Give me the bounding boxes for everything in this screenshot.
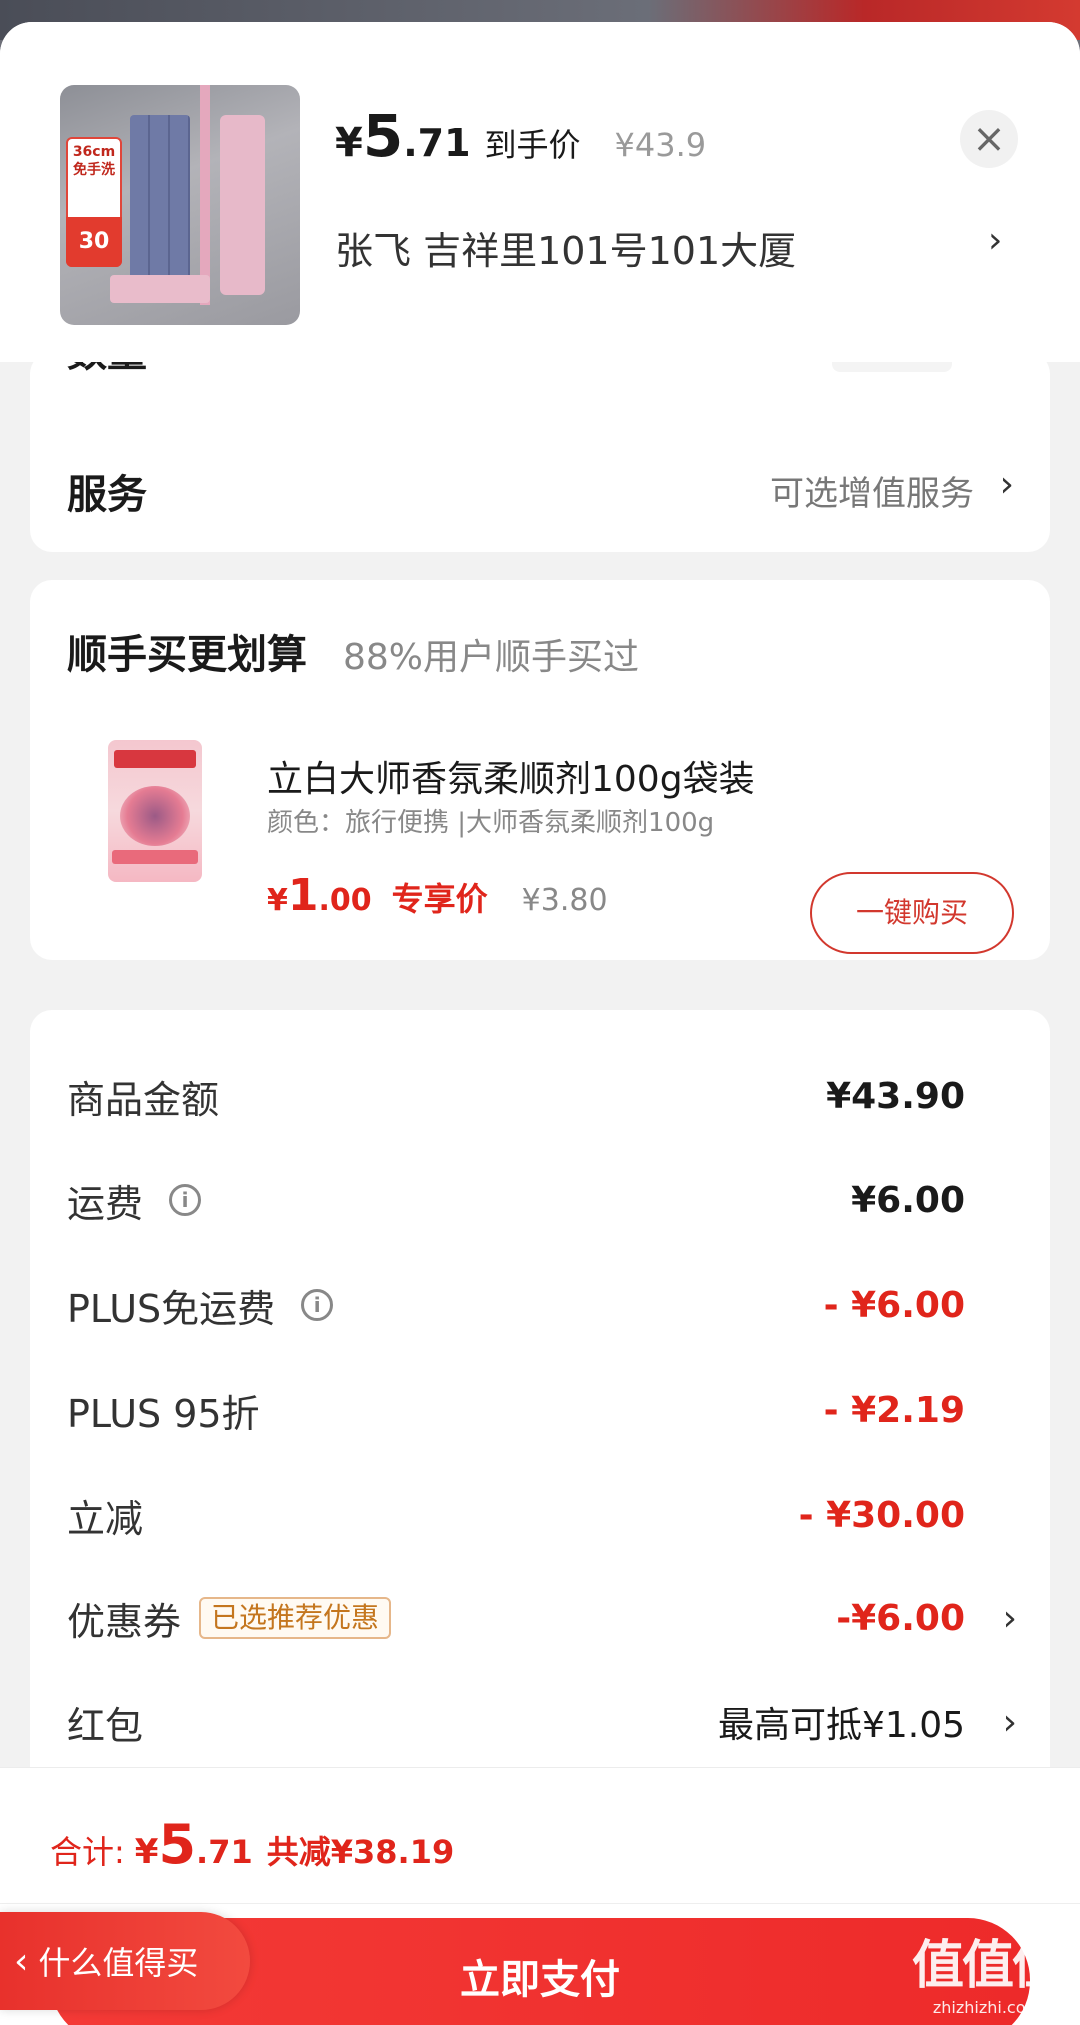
summary-label: 优惠券 — [67, 1599, 182, 1644]
summary-row-shipping: 运费 i ¥6.00 — [67, 1170, 1017, 1230]
chevron-right-icon[interactable]: › — [988, 220, 1002, 261]
price-decimal: .71 — [403, 121, 471, 165]
summary-label: PLUS 95折 — [67, 1391, 260, 1436]
product-thumbnail: 36cm 免手洗 30 — [60, 85, 300, 325]
combo-price: ¥ 1 .00 专享价 ¥3.80 — [267, 870, 608, 921]
summary-label: 立减 — [67, 1496, 144, 1541]
package-logo-shape — [114, 750, 196, 768]
combo-original-price: ¥3.80 — [521, 883, 608, 918]
info-icon[interactable]: i — [301, 1289, 334, 1321]
mop-frame-shape — [220, 115, 265, 295]
chevron-right-icon[interactable]: › — [1000, 464, 1014, 505]
summary-value: ¥43.90 — [826, 1075, 965, 1117]
combo-product-image[interactable] — [108, 740, 202, 882]
summary-row-instant-reduction: 立减 - ¥30.00 — [67, 1485, 1017, 1545]
thumbnail-promo-tag: 36cm 免手洗 30 — [66, 137, 122, 267]
chevron-right-icon[interactable]: › — [1003, 1702, 1017, 1743]
mop-head-shape — [130, 115, 190, 285]
summary-value: - ¥2.19 — [823, 1389, 965, 1431]
checkout-sheet: 36cm 免手洗 30 ¥ 5 .71 到手价 ¥43.9 × 张飞 吉祥里10… — [0, 22, 1080, 2025]
combo-product-name[interactable]: 立白大师香氛柔顺剂100g袋装 — [267, 750, 755, 802]
summary-row-coupon[interactable]: 优惠券 已选推荐优惠 -¥6.00 › — [67, 1588, 1017, 1648]
back-to-app-button[interactable]: ‹ 什么值得买 — [0, 1912, 250, 2010]
total-decimal: .71 — [196, 1833, 253, 1871]
combo-price-label: 专享价 — [391, 880, 488, 918]
summary-label: PLUS免运费 — [67, 1286, 276, 1331]
chevron-left-icon: ‹ — [14, 1940, 29, 1982]
summary-value: - ¥6.00 — [823, 1284, 965, 1326]
service-value[interactable]: 可选增值服务 — [770, 466, 974, 515]
summary-label: 运费 — [67, 1181, 144, 1226]
price-label: 到手价 — [484, 126, 581, 164]
divider — [0, 1903, 1080, 1904]
summary-row-plus-free-shipping: PLUS免运费 i - ¥6.00 — [67, 1275, 1017, 1335]
summary-row-red-packet[interactable]: 红包 最高可抵¥1.05 › — [67, 1692, 1017, 1752]
price-integer: 5 — [362, 102, 404, 170]
combo-price-currency: ¥ — [267, 883, 288, 918]
total-saved: 共减¥38.19 — [266, 1833, 455, 1871]
mop-base-shape — [110, 275, 210, 303]
delivery-address[interactable]: 张飞 吉祥里101号101大厦 — [335, 220, 796, 275]
combo-price-decimal: .00 — [318, 883, 372, 918]
site-watermark: 值值值 zhizhizhi.com — [911, 1923, 1064, 2017]
summary-value: - ¥30.00 — [798, 1494, 965, 1536]
summary-value: -¥6.00 — [836, 1597, 965, 1639]
summary-row-goods: 商品金额 ¥43.90 — [67, 1066, 1017, 1126]
close-icon: × — [972, 116, 1006, 162]
final-price: ¥ 5 .71 到手价 ¥43.9 — [335, 102, 707, 170]
order-total: 合计: ¥ 5 .71 共减¥38.19 — [50, 1813, 454, 1876]
close-button[interactable]: × — [960, 110, 1018, 168]
combo-product-spec: 颜色：旅行便携 |大师香氛柔顺剂100g — [267, 808, 715, 838]
summary-label: 红包 — [67, 1703, 144, 1748]
total-label: 合计: — [50, 1833, 125, 1871]
coupon-badge: 已选推荐优惠 — [199, 1597, 392, 1639]
summary-row-plus-discount: PLUS 95折 - ¥2.19 — [67, 1380, 1017, 1440]
package-band-shape — [112, 850, 198, 864]
watermark-url: zhizhizhi.com — [932, 1998, 1042, 2017]
price-currency: ¥ — [335, 120, 363, 166]
summary-label: 商品金额 — [67, 1077, 220, 1122]
combo-subtitle: 88%用户顺手买过 — [343, 637, 640, 678]
combo-price-integer: 1 — [287, 870, 319, 921]
total-currency: ¥ — [134, 1832, 159, 1872]
service-label: 服务 — [67, 472, 147, 518]
combo-purchase-card: 顺手买更划算 88%用户顺手买过 立白大师香氛柔顺剂100g袋装 颜色：旅行便携… — [30, 580, 1050, 960]
summary-value: ¥6.00 — [851, 1179, 965, 1221]
watermark-logo: 值值值 — [911, 1936, 1064, 1996]
back-label: 什么值得买 — [38, 1944, 199, 1982]
thumb-tag-sub: 免手洗 — [73, 162, 115, 178]
service-card: 数量 服务 可选增值服务 › — [30, 330, 1050, 552]
total-integer: 5 — [158, 1813, 197, 1876]
thumb-tag-bottom: 30 — [66, 217, 122, 267]
thumb-tag-top: 36cm — [72, 144, 116, 160]
combo-title: 顺手买更划算 — [67, 632, 307, 678]
original-price: ¥43.9 — [614, 126, 707, 164]
package-flower-shape — [120, 786, 190, 846]
one-click-buy-button[interactable]: 一键购买 — [810, 872, 1014, 954]
mop-handle-shape — [200, 85, 210, 305]
summary-value: 最高可抵¥1.05 — [717, 1705, 965, 1746]
chevron-right-icon[interactable]: › — [1003, 1598, 1017, 1639]
info-icon[interactable]: i — [169, 1184, 202, 1216]
product-header: 36cm 免手洗 30 ¥ 5 .71 到手价 ¥43.9 × 张飞 吉祥里10… — [0, 22, 1080, 362]
